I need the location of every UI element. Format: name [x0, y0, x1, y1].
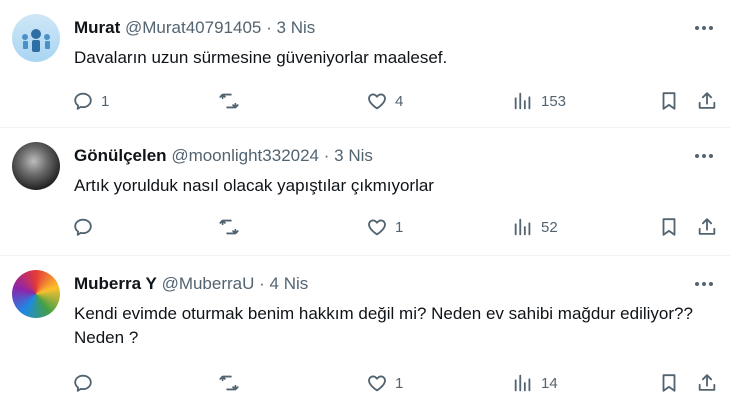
- retweet-icon: [219, 375, 239, 391]
- action-bar: 1 4 153: [62, 86, 726, 116]
- share-button[interactable]: [696, 368, 718, 398]
- retweet-icon: [219, 219, 239, 235]
- display-name[interactable]: Muberra Y: [74, 274, 157, 293]
- avatar[interactable]: [12, 142, 60, 190]
- views-count: 153: [541, 92, 567, 110]
- tweet[interactable]: Muberra Y @MuberraU · 4 Nis Kendi evimde…: [0, 256, 730, 420]
- like-button[interactable]: 4: [366, 86, 403, 116]
- bookmark-icon: [662, 218, 676, 236]
- more-icon[interactable]: [692, 16, 716, 40]
- views-button[interactable]: 153: [512, 86, 566, 116]
- reply-icon: [74, 374, 92, 392]
- reply-icon: [74, 92, 92, 110]
- views-icon: [514, 218, 531, 236]
- action-bar: 1 14: [62, 368, 726, 398]
- heart-icon: [368, 219, 386, 236]
- like-count: 1: [395, 374, 404, 392]
- tweet-text: Davaların uzun sürmesine güveniyorlar ma…: [74, 48, 448, 67]
- retweet-icon: [219, 93, 239, 109]
- reply-count: 1: [101, 92, 110, 110]
- avatar[interactable]: [12, 270, 60, 318]
- separator-dot: ·: [266, 18, 272, 37]
- bookmark-icon: [662, 374, 676, 392]
- tweet-header: Muberra Y @MuberraU · 4 Nis: [74, 273, 308, 295]
- views-button[interactable]: 14: [512, 368, 558, 398]
- share-button[interactable]: [696, 212, 718, 242]
- share-button[interactable]: [696, 86, 718, 116]
- reply-button[interactable]: 1: [72, 86, 109, 116]
- tweet-header: Murat @Murat40791405 · 3 Nis: [74, 17, 315, 39]
- tweet-text: Artık yorulduk nasıl olacak yapıştılar ç…: [74, 176, 434, 195]
- user-handle[interactable]: @Murat40791405: [125, 18, 261, 37]
- like-count: 1: [395, 218, 404, 236]
- reply-icon: [74, 218, 92, 236]
- views-count: 52: [541, 218, 558, 236]
- bookmark-button[interactable]: [658, 368, 680, 398]
- bookmark-icon: [662, 92, 676, 110]
- like-count: 4: [395, 92, 404, 110]
- retweet-button[interactable]: [218, 86, 247, 116]
- tweet-header: Gönülçelen @moonlight332024 · 3 Nis: [74, 145, 373, 167]
- reply-button[interactable]: [72, 212, 101, 242]
- bookmark-button[interactable]: [658, 86, 680, 116]
- user-handle[interactable]: @MuberraU: [162, 274, 255, 293]
- separator-dot: ·: [323, 146, 330, 165]
- views-icon: [514, 92, 531, 110]
- user-handle[interactable]: @moonlight332024: [171, 146, 319, 165]
- more-icon[interactable]: [692, 144, 716, 168]
- tweet-date[interactable]: 4 Nis: [270, 274, 309, 293]
- tweet[interactable]: Murat @Murat40791405 · 3 Nis Davaların u…: [0, 0, 730, 128]
- like-button[interactable]: 1: [366, 212, 403, 242]
- share-icon: [698, 374, 716, 391]
- display-name[interactable]: Gönülçelen: [74, 146, 167, 165]
- views-count: 14: [541, 374, 558, 392]
- heart-icon: [368, 93, 386, 110]
- tweet[interactable]: Gönülçelen @moonlight332024 · 3 Nis Artı…: [0, 128, 730, 256]
- separator-dot: ·: [259, 274, 265, 293]
- avatar[interactable]: [12, 14, 60, 62]
- share-icon: [698, 92, 716, 109]
- share-icon: [698, 218, 716, 235]
- action-bar: 1 52: [62, 212, 726, 242]
- heart-icon: [368, 375, 386, 392]
- views-icon: [514, 374, 531, 392]
- more-icon[interactable]: [692, 272, 716, 296]
- like-button[interactable]: 1: [366, 368, 403, 398]
- views-button[interactable]: 52: [512, 212, 558, 242]
- tweet-date[interactable]: 3 Nis: [277, 18, 316, 37]
- display-name[interactable]: Murat: [74, 18, 120, 37]
- retweet-button[interactable]: [218, 212, 247, 242]
- bookmark-button[interactable]: [658, 212, 680, 242]
- tweet-text: Kendi evimde oturmak benim hakkım değil …: [74, 304, 693, 347]
- reply-button[interactable]: [72, 368, 101, 398]
- retweet-button[interactable]: [218, 368, 247, 398]
- tweet-date[interactable]: 3 Nis: [334, 146, 373, 165]
